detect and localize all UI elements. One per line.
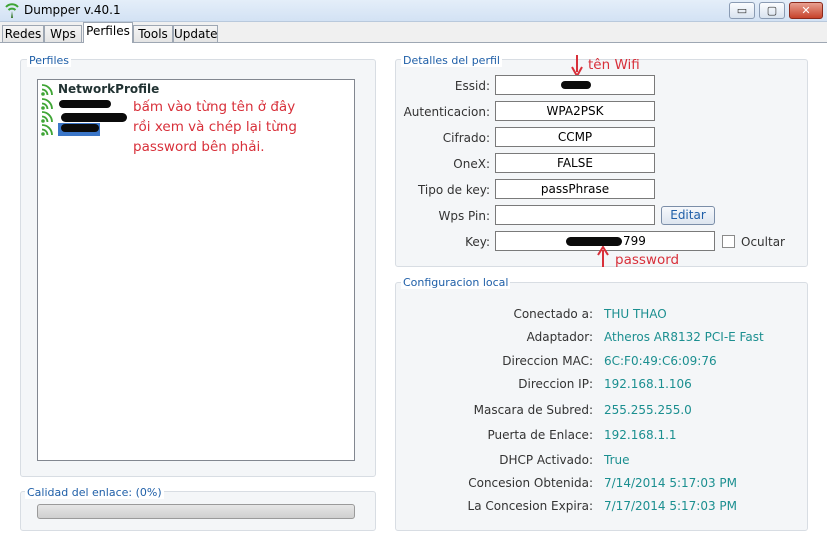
tab-perfiles[interactable]: Perfiles — [83, 22, 133, 43]
autenticacion-label: Autenticacion: — [403, 105, 490, 119]
wps-pin-label: Wps Pin: — [438, 209, 490, 223]
tab-wps[interactable]: Wps — [44, 25, 82, 43]
ocultar-checkbox[interactable] — [722, 235, 735, 248]
red-arrow-up-icon — [597, 246, 609, 267]
tab-update[interactable]: Update — [173, 25, 218, 43]
key-visible-suffix: 799 — [623, 234, 646, 248]
puerta-label: Puerta de Enlace: — [487, 428, 593, 442]
close-button[interactable]: ✕ — [789, 2, 823, 19]
conectado-value: THU THAO — [604, 307, 667, 321]
wifi-name-annotation: tên Wifi — [588, 57, 640, 73]
adaptador-value: Atheros AR8132 PCI-E Fast — [604, 330, 764, 344]
password-annotation: password — [615, 252, 680, 268]
tipo-key-field[interactable]: passPhrase — [495, 179, 655, 199]
list-item-label: NetworkProfile — [58, 82, 160, 96]
concesion-expira-label: La Concesion Expira: — [467, 499, 593, 513]
redacted-name-mark — [61, 113, 127, 122]
essid-label: Essid: — [454, 79, 490, 93]
redacted-essid-mark — [561, 81, 591, 89]
conectado-label: Conectado a: — [513, 307, 593, 321]
wifi-signal-icon — [41, 111, 53, 123]
tipo-key-label: Tipo de key: — [417, 183, 490, 197]
wifi-antenna-app-icon — [5, 3, 19, 18]
tab-redes[interactable]: Redes — [2, 25, 44, 43]
autenticacion-field[interactable]: WPA2PSK — [495, 101, 655, 121]
onex-field[interactable]: FALSE — [495, 153, 655, 173]
ip-label: Direccion IP: — [518, 377, 593, 391]
link-quality-progress-bar — [37, 504, 355, 519]
cifrado-label: Cifrado: — [442, 131, 490, 145]
perfiles-group-label: Perfiles — [27, 54, 72, 67]
ip-value: 192.168.1.106 — [604, 377, 692, 391]
list-item[interactable]: NetworkProfile — [41, 82, 341, 97]
puerta-value: 192.168.1.1 — [604, 428, 677, 442]
list-hint-annotation: bấm vào từng tên ở đây rồi xem và chép l… — [133, 99, 297, 155]
onex-label: OneX: — [453, 157, 490, 171]
cifrado-field[interactable]: CCMP — [495, 127, 655, 147]
ocultar-label: Ocultar — [741, 235, 785, 249]
title-bar: Dumpper v.40.1 ▭ ▢ ✕ — [0, 0, 827, 22]
essid-field[interactable] — [495, 75, 655, 95]
mac-value: 6C:F0:49:C6:09:76 — [604, 354, 717, 368]
redacted-name-mark — [61, 124, 99, 132]
concesion-obtenida-label: Concesion Obtenida: — [468, 476, 593, 490]
wps-pin-field[interactable] — [495, 205, 655, 225]
tab-tools[interactable]: Tools — [133, 25, 173, 43]
mascara-value: 255.255.255.0 — [604, 403, 692, 417]
window-title: Dumpper v.40.1 — [24, 3, 121, 17]
concesion-expira-value: 7/17/2014 5:17:03 PM — [604, 499, 738, 513]
dhcp-label: DHCP Activado: — [499, 453, 593, 467]
redacted-name-mark — [59, 100, 111, 108]
wifi-signal-icon — [41, 124, 53, 136]
key-label: Key: — [465, 235, 490, 249]
wifi-signal-icon — [41, 98, 53, 110]
adaptador-label: Adaptador: — [526, 330, 593, 344]
minimize-button[interactable]: ▭ — [729, 2, 755, 19]
editar-button[interactable]: Editar — [661, 206, 715, 225]
redacted-key-mark — [566, 237, 622, 246]
mascara-label: Mascara de Subred: — [473, 403, 593, 417]
calidad-label: Calidad del enlace: (0%) — [25, 486, 164, 499]
wifi-signal-icon — [41, 84, 53, 96]
maximize-button[interactable]: ▢ — [759, 2, 785, 19]
dhcp-value: True — [604, 453, 630, 467]
mac-label: Direccion MAC: — [502, 354, 593, 368]
concesion-obtenida-value: 7/14/2014 5:17:03 PM — [604, 476, 738, 490]
tab-strip: Redes Wps Perfiles Tools Update — [0, 22, 827, 43]
detalles-group-label: Detalles del perfil — [401, 54, 502, 67]
configuracion-group-label: Configuracion local — [401, 276, 511, 289]
